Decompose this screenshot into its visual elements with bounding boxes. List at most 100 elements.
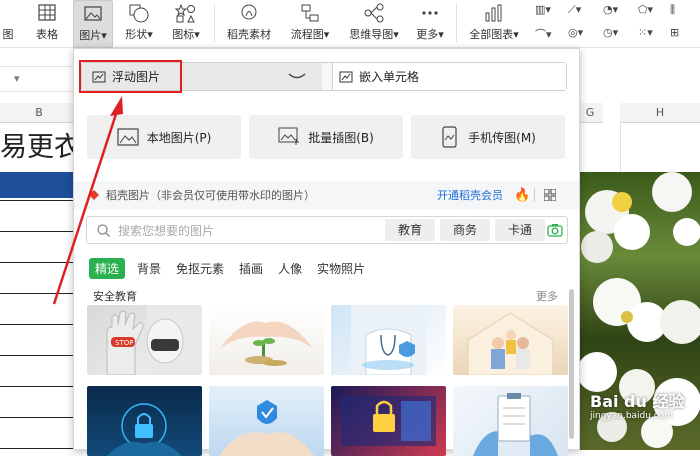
shape-icon: [129, 4, 149, 23]
pie-chart-small-icon[interactable]: ◔▾: [603, 3, 618, 16]
section-title: 稻壳图片（非会员仅可使用带水印的图片）: [106, 189, 315, 202]
insert-picture-panel: 浮动图片 嵌入单元格 本地图片(P) 批量插图(B) 手机传图(M) 稻壳图片（…: [73, 48, 580, 456]
tab-background[interactable]: 背景: [137, 260, 161, 277]
ribbon-item-prev[interactable]: 图: [0, 0, 16, 48]
local-picture-button[interactable]: 本地图片(P): [87, 115, 241, 159]
ribbon-item-label: 全部图表▾: [469, 28, 519, 41]
mindmap-icon: [364, 3, 384, 23]
line-chart-small-icon[interactable]: ⟋▾: [568, 3, 581, 17]
thumbnail-doctor-shield[interactable]: [331, 305, 446, 375]
more-link[interactable]: 更多: [536, 288, 558, 304]
table-row-line: [0, 417, 75, 418]
local-image-icon: [117, 128, 139, 146]
search-input[interactable]: 搜索您想要的图片: [118, 222, 214, 239]
ribbon-item-label: 图: [2, 28, 14, 41]
column-header-g[interactable]: G: [577, 103, 603, 123]
embed-cell-option[interactable]: 嵌入单元格: [332, 63, 566, 90]
material-icon: [241, 4, 257, 20]
search-chip-cartoon[interactable]: 卡通: [495, 219, 545, 241]
stock-chart-small-icon[interactable]: ⫼: [670, 3, 675, 17]
embed-cell-icon: [339, 71, 353, 82]
daoke-logo-icon: [89, 190, 99, 200]
clipboard-image: [473, 393, 558, 456]
combo-chart-small-icon[interactable]: ⊞: [670, 26, 679, 39]
table-row-line: [0, 448, 75, 449]
category-tabs: 精选 背景 免抠元素 插画 人像 实物照片: [89, 257, 380, 279]
daoke-section-header: 稻壳图片（非会员仅可使用带水印的图片） 开通稻壳会员 🔥: [74, 181, 579, 209]
thumbnail-clipboard[interactable]: [453, 386, 568, 456]
table-row-line: [0, 231, 75, 232]
stop-label: STOP: [115, 339, 133, 347]
ribbon-flowchart-button[interactable]: 流程图▾: [284, 0, 336, 48]
ribbon-table-button[interactable]: 表格: [30, 0, 64, 48]
search-chip-business[interactable]: 商务: [440, 219, 490, 241]
thumbnail-cyber-lock[interactable]: [331, 386, 446, 456]
more-icon: [422, 11, 438, 15]
ribbon-item-label: 表格: [36, 28, 58, 41]
name-box[interactable]: ▾: [0, 66, 80, 92]
radar-chart-small-icon[interactable]: ⬠▾: [638, 3, 653, 16]
member-link[interactable]: 开通稻壳会员: [437, 187, 503, 203]
column-header-b[interactable]: B: [0, 103, 78, 123]
scatter-chart-small-icon[interactable]: ⁙▾: [638, 26, 653, 39]
ribbon-mindmap-button[interactable]: 思维导图▾: [343, 0, 405, 48]
ribbon-daoke-button[interactable]: 稻壳素材: [222, 0, 276, 48]
thumbnail-digital-lock[interactable]: [87, 386, 202, 456]
search-chip-education[interactable]: 教育: [385, 219, 435, 241]
column-chart-small-icon[interactable]: ▥▾: [535, 3, 551, 16]
tab-cutout[interactable]: 免抠元素: [176, 260, 224, 277]
ring-chart-small-icon[interactable]: ◎▾: [568, 26, 583, 39]
thumbnail-family-house[interactable]: [453, 305, 568, 375]
clock-chart-small-icon[interactable]: ◷▾: [603, 26, 618, 39]
ribbon-allcharts-button[interactable]: 全部图表▾: [466, 0, 522, 48]
highlight-box: [79, 60, 182, 93]
table-icon: [38, 4, 56, 21]
empty-cells: [577, 123, 700, 172]
ribbon-item-label: 图片▾: [79, 29, 107, 42]
ribbon-picture-button[interactable]: 图片▾: [73, 0, 113, 48]
camera-icon[interactable]: [547, 223, 563, 237]
flowchart-icon: [301, 4, 319, 22]
watermark-url: jingyan.baidu.com: [590, 411, 674, 421]
thumbnail-hands-plant[interactable]: [209, 305, 324, 375]
thumbnail-stop-hand[interactable]: STOP: [87, 305, 202, 375]
tab-portrait[interactable]: 人像: [278, 260, 302, 277]
thumbnail-hands-shield[interactable]: [209, 386, 324, 456]
ribbon-item-label: 更多▾: [416, 28, 444, 41]
family-house-image: [467, 312, 554, 375]
embed-cell-label: 嵌入单元格: [359, 70, 420, 84]
search-icon: [97, 223, 110, 237]
phone-upload-button[interactable]: 手机传图(M): [411, 115, 565, 159]
bar-chart-icon: [485, 4, 502, 22]
ribbon-item-label: 形状▾: [125, 28, 153, 41]
category-title: 安全教育: [93, 290, 137, 303]
ribbon-icon-button[interactable]: 图标▾: [166, 0, 206, 48]
sheet-title-cell[interactable]: 易更衣室: [0, 125, 78, 171]
hands-plant-image: [219, 321, 314, 366]
ribbon-shape-button[interactable]: 形状▾: [120, 0, 158, 48]
batch-insert-button[interactable]: 批量插图(B): [249, 115, 403, 159]
tab-photo[interactable]: 实物照片: [317, 260, 365, 277]
doctor-shield-image: [351, 305, 426, 375]
table-row-line: [0, 200, 75, 201]
area-chart-small-icon[interactable]: ⌒▾: [535, 26, 552, 42]
table-row-line: [0, 293, 75, 294]
tab-illustration[interactable]: 插画: [239, 260, 263, 277]
picture-icon: [84, 6, 102, 21]
phone-upload-label: 手机传图(M): [468, 130, 536, 145]
table-row-line: [0, 355, 75, 356]
tab-featured[interactable]: 精选: [89, 257, 126, 279]
ribbon-item-label: 图标▾: [172, 28, 200, 41]
chevron-down-icon: [288, 73, 306, 79]
header-blue-cell[interactable]: [0, 172, 78, 198]
watermark-brand: Bai du 经验: [590, 392, 685, 411]
column-header-h[interactable]: H: [620, 103, 700, 123]
batch-insert-label: 批量插图(B): [308, 130, 374, 145]
grid-view-icon[interactable]: [544, 189, 556, 201]
ribbon-item-label: 流程图▾: [290, 28, 330, 41]
phone-icon: [442, 126, 457, 148]
stop-hand-image: STOP: [106, 305, 202, 375]
ribbon-more-button[interactable]: 更多▾: [412, 0, 448, 48]
table-row-line: [0, 262, 75, 263]
panel-scrollbar[interactable]: [569, 289, 574, 439]
